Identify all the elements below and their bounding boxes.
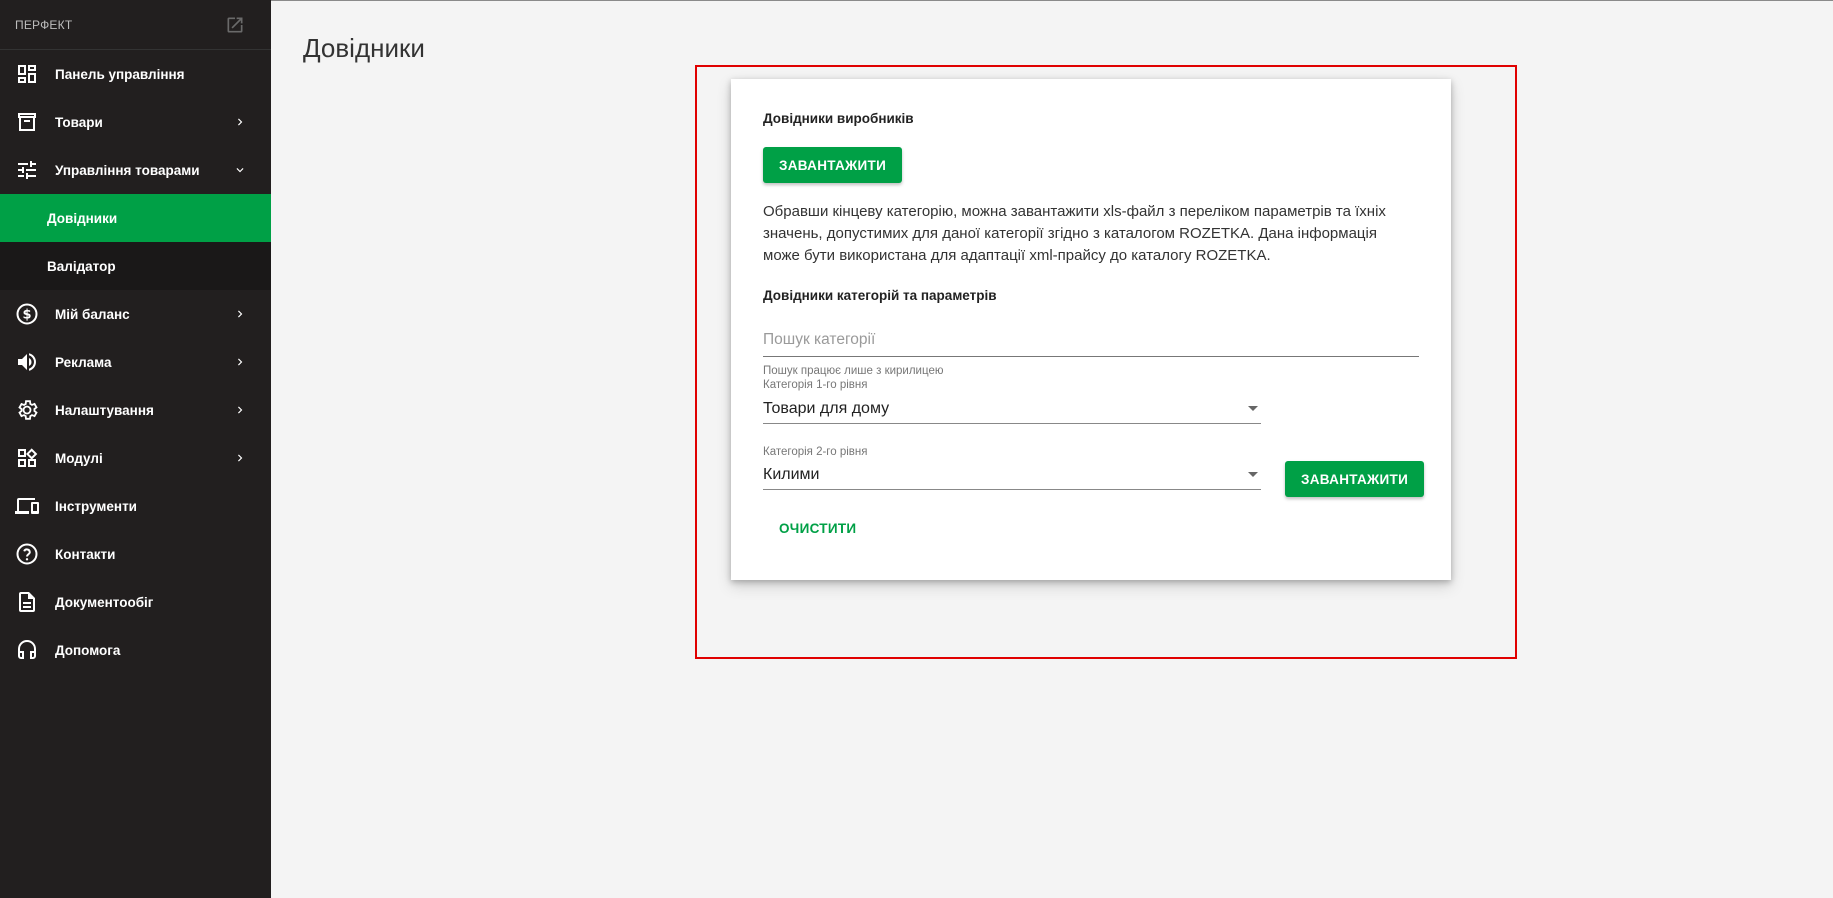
sidebar-item-label: Інструменти xyxy=(55,498,137,514)
sidebar-item-label: Допомога xyxy=(55,642,121,658)
headset-icon xyxy=(18,640,36,659)
search-input[interactable] xyxy=(763,327,1419,349)
search-hint: Пошук працює лише з кирилицею xyxy=(763,365,944,377)
sidebar-subitem-directories[interactable]: Довідники xyxy=(0,194,271,242)
open-external-icon[interactable] xyxy=(225,15,245,35)
widgets-icon xyxy=(18,448,38,467)
sidebar-item-modules[interactable]: Модулі xyxy=(0,434,271,482)
level1-select[interactable]: Товари для дому xyxy=(763,394,1261,424)
manufacturers-title: Довідники виробників xyxy=(763,111,914,126)
chevron-down-icon xyxy=(236,168,244,173)
chevron-right-icon xyxy=(238,310,243,318)
sidebar-item-documents[interactable]: Документообіг xyxy=(0,578,271,626)
sidebar-subitem-validator[interactable]: Валідатор xyxy=(0,242,271,290)
gear-icon xyxy=(18,400,38,420)
directories-card: Довідники виробників ЗАВАНТАЖИТИ Обравши… xyxy=(731,79,1451,580)
description-text: Обравши кінцеву категорію, можна заванта… xyxy=(763,203,1386,264)
dollar-icon: $ xyxy=(16,303,38,325)
sidebar: ПЕРФЕКТ Панель управління Товари Управлі… xyxy=(0,0,271,898)
chevron-right-icon xyxy=(238,118,243,126)
top-divider xyxy=(271,0,1833,1)
level2-select[interactable]: Килими xyxy=(763,460,1261,490)
sidebar-item-products[interactable]: Товари xyxy=(0,98,271,146)
level1-label: Категорія 1-го рівня xyxy=(763,379,868,391)
clear-button[interactable]: ОЧИСТИТИ xyxy=(763,510,872,546)
level1-value: Товари для дому xyxy=(763,399,890,417)
devices-icon xyxy=(15,498,39,514)
sidebar-item-label: Реклама xyxy=(55,354,112,370)
sidebar-item-label: Мій баланс xyxy=(55,306,130,322)
page-title: Довідники xyxy=(303,33,425,63)
level2-label: Категорія 2-го рівня xyxy=(763,446,868,458)
document-icon xyxy=(19,592,35,612)
dropdown-caret-icon xyxy=(1248,472,1258,477)
chevron-right-icon xyxy=(238,454,243,462)
chevron-right-icon xyxy=(238,406,243,414)
speaker-icon xyxy=(18,353,36,371)
dropdown-caret-icon xyxy=(1248,406,1258,411)
sidebar-item-label: Управління товарами xyxy=(55,162,200,178)
archive-icon xyxy=(18,113,36,131)
categories-title: Довідники категорій та параметрів xyxy=(763,288,997,303)
sidebar-item-dashboard[interactable]: Панель управління xyxy=(0,50,271,98)
sidebar-item-help[interactable]: Допомога xyxy=(0,626,271,674)
svg-text:$: $ xyxy=(22,308,31,323)
sidebar-item-label: Документообіг xyxy=(55,594,154,610)
brand-name: ПЕРФЕКТ xyxy=(15,17,73,32)
sidebar-item-contacts[interactable]: Контакти xyxy=(0,530,271,578)
level2-value: Килими xyxy=(763,465,820,483)
sidebar-item-label: Контакти xyxy=(55,546,116,562)
sidebar-item-product-management[interactable]: Управління товарами xyxy=(0,146,271,194)
sidebar-item-label: Модулі xyxy=(55,450,103,466)
download-manufacturers-button[interactable]: ЗАВАНТАЖИТИ xyxy=(763,147,903,183)
chevron-right-icon xyxy=(238,358,243,366)
search-field xyxy=(763,327,1419,357)
tune-icon xyxy=(18,161,36,179)
dashboard-icon xyxy=(18,65,36,83)
sidebar-item-label: Товари xyxy=(55,114,103,130)
sidebar-item-ads[interactable]: Реклама xyxy=(0,338,271,386)
sidebar-item-settings[interactable]: Налаштування xyxy=(0,386,271,434)
sidebar-item-tools[interactable]: Інструменти xyxy=(0,482,271,530)
sidebar-item-label: Панель управління xyxy=(55,66,185,82)
sidebar-item-label: Налаштування xyxy=(55,402,154,418)
sidebar-item-balance[interactable]: $ Мій баланс xyxy=(0,290,271,338)
help-icon xyxy=(16,543,38,565)
download-category-button[interactable]: ЗАВАНТАЖИТИ xyxy=(1285,461,1425,497)
brand-bar: ПЕРФЕКТ xyxy=(0,0,271,50)
